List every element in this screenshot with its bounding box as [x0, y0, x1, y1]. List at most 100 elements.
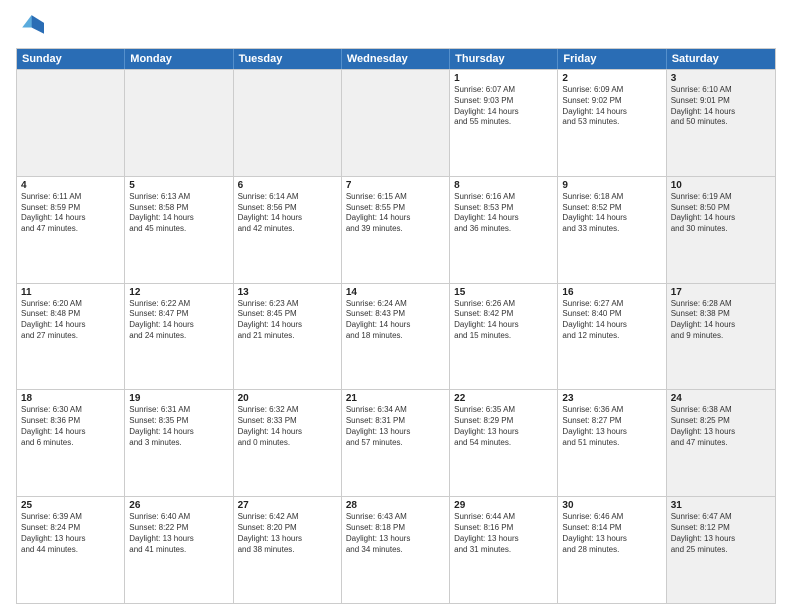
calendar-cell: 13Sunrise: 6:23 AM Sunset: 8:45 PM Dayli… [234, 284, 342, 390]
calendar-cell: 30Sunrise: 6:46 AM Sunset: 8:14 PM Dayli… [558, 497, 666, 603]
calendar-cell: 1Sunrise: 6:07 AM Sunset: 9:03 PM Daylig… [450, 70, 558, 176]
calendar-row-1: 1Sunrise: 6:07 AM Sunset: 9:03 PM Daylig… [17, 69, 775, 176]
calendar-body: 1Sunrise: 6:07 AM Sunset: 9:03 PM Daylig… [17, 69, 775, 603]
day-number: 18 [21, 393, 120, 404]
day-number: 24 [671, 393, 771, 404]
calendar-header-saturday: Saturday [667, 49, 775, 69]
day-number: 4 [21, 180, 120, 191]
calendar-cell: 27Sunrise: 6:42 AM Sunset: 8:20 PM Dayli… [234, 497, 342, 603]
cell-info: Sunrise: 6:34 AM Sunset: 8:31 PM Dayligh… [346, 405, 445, 448]
calendar-cell: 28Sunrise: 6:43 AM Sunset: 8:18 PM Dayli… [342, 497, 450, 603]
header [16, 12, 776, 40]
cell-info: Sunrise: 6:09 AM Sunset: 9:02 PM Dayligh… [562, 85, 661, 128]
day-number: 11 [21, 287, 120, 298]
day-number: 7 [346, 180, 445, 191]
day-number: 26 [129, 500, 228, 511]
day-number: 19 [129, 393, 228, 404]
day-number: 13 [238, 287, 337, 298]
cell-info: Sunrise: 6:31 AM Sunset: 8:35 PM Dayligh… [129, 405, 228, 448]
calendar-header-friday: Friday [558, 49, 666, 69]
cell-info: Sunrise: 6:20 AM Sunset: 8:48 PM Dayligh… [21, 299, 120, 342]
day-number: 9 [562, 180, 661, 191]
day-number: 2 [562, 73, 661, 84]
calendar-cell: 24Sunrise: 6:38 AM Sunset: 8:25 PM Dayli… [667, 390, 775, 496]
calendar-cell [234, 70, 342, 176]
day-number: 8 [454, 180, 553, 191]
calendar-cell: 17Sunrise: 6:28 AM Sunset: 8:38 PM Dayli… [667, 284, 775, 390]
cell-info: Sunrise: 6:42 AM Sunset: 8:20 PM Dayligh… [238, 512, 337, 555]
calendar-row-5: 25Sunrise: 6:39 AM Sunset: 8:24 PM Dayli… [17, 496, 775, 603]
calendar: SundayMondayTuesdayWednesdayThursdayFrid… [16, 48, 776, 604]
calendar-cell: 26Sunrise: 6:40 AM Sunset: 8:22 PM Dayli… [125, 497, 233, 603]
cell-info: Sunrise: 6:40 AM Sunset: 8:22 PM Dayligh… [129, 512, 228, 555]
calendar-header-sunday: Sunday [17, 49, 125, 69]
day-number: 1 [454, 73, 553, 84]
cell-info: Sunrise: 6:30 AM Sunset: 8:36 PM Dayligh… [21, 405, 120, 448]
cell-info: Sunrise: 6:19 AM Sunset: 8:50 PM Dayligh… [671, 192, 771, 235]
cell-info: Sunrise: 6:16 AM Sunset: 8:53 PM Dayligh… [454, 192, 553, 235]
calendar-cell: 22Sunrise: 6:35 AM Sunset: 8:29 PM Dayli… [450, 390, 558, 496]
day-number: 10 [671, 180, 771, 191]
day-number: 27 [238, 500, 337, 511]
calendar-cell: 2Sunrise: 6:09 AM Sunset: 9:02 PM Daylig… [558, 70, 666, 176]
cell-info: Sunrise: 6:44 AM Sunset: 8:16 PM Dayligh… [454, 512, 553, 555]
day-number: 12 [129, 287, 228, 298]
calendar-cell: 4Sunrise: 6:11 AM Sunset: 8:59 PM Daylig… [17, 177, 125, 283]
day-number: 20 [238, 393, 337, 404]
cell-info: Sunrise: 6:11 AM Sunset: 8:59 PM Dayligh… [21, 192, 120, 235]
cell-info: Sunrise: 6:36 AM Sunset: 8:27 PM Dayligh… [562, 405, 661, 448]
calendar-cell: 11Sunrise: 6:20 AM Sunset: 8:48 PM Dayli… [17, 284, 125, 390]
day-number: 15 [454, 287, 553, 298]
cell-info: Sunrise: 6:14 AM Sunset: 8:56 PM Dayligh… [238, 192, 337, 235]
day-number: 25 [21, 500, 120, 511]
cell-info: Sunrise: 6:35 AM Sunset: 8:29 PM Dayligh… [454, 405, 553, 448]
day-number: 28 [346, 500, 445, 511]
cell-info: Sunrise: 6:15 AM Sunset: 8:55 PM Dayligh… [346, 192, 445, 235]
calendar-cell: 18Sunrise: 6:30 AM Sunset: 8:36 PM Dayli… [17, 390, 125, 496]
cell-info: Sunrise: 6:46 AM Sunset: 8:14 PM Dayligh… [562, 512, 661, 555]
calendar-row-4: 18Sunrise: 6:30 AM Sunset: 8:36 PM Dayli… [17, 389, 775, 496]
calendar-cell: 5Sunrise: 6:13 AM Sunset: 8:58 PM Daylig… [125, 177, 233, 283]
cell-info: Sunrise: 6:28 AM Sunset: 8:38 PM Dayligh… [671, 299, 771, 342]
cell-info: Sunrise: 6:18 AM Sunset: 8:52 PM Dayligh… [562, 192, 661, 235]
calendar-row-3: 11Sunrise: 6:20 AM Sunset: 8:48 PM Dayli… [17, 283, 775, 390]
calendar-header-thursday: Thursday [450, 49, 558, 69]
calendar-header: SundayMondayTuesdayWednesdayThursdayFrid… [17, 49, 775, 69]
calendar-cell: 25Sunrise: 6:39 AM Sunset: 8:24 PM Dayli… [17, 497, 125, 603]
calendar-cell: 7Sunrise: 6:15 AM Sunset: 8:55 PM Daylig… [342, 177, 450, 283]
calendar-cell: 16Sunrise: 6:27 AM Sunset: 8:40 PM Dayli… [558, 284, 666, 390]
calendar-cell: 3Sunrise: 6:10 AM Sunset: 9:01 PM Daylig… [667, 70, 775, 176]
calendar-cell: 20Sunrise: 6:32 AM Sunset: 8:33 PM Dayli… [234, 390, 342, 496]
cell-info: Sunrise: 6:47 AM Sunset: 8:12 PM Dayligh… [671, 512, 771, 555]
cell-info: Sunrise: 6:10 AM Sunset: 9:01 PM Dayligh… [671, 85, 771, 128]
day-number: 22 [454, 393, 553, 404]
calendar-cell [125, 70, 233, 176]
logo [16, 12, 48, 40]
cell-info: Sunrise: 6:38 AM Sunset: 8:25 PM Dayligh… [671, 405, 771, 448]
calendar-cell: 19Sunrise: 6:31 AM Sunset: 8:35 PM Dayli… [125, 390, 233, 496]
cell-info: Sunrise: 6:26 AM Sunset: 8:42 PM Dayligh… [454, 299, 553, 342]
cell-info: Sunrise: 6:27 AM Sunset: 8:40 PM Dayligh… [562, 299, 661, 342]
day-number: 29 [454, 500, 553, 511]
cell-info: Sunrise: 6:32 AM Sunset: 8:33 PM Dayligh… [238, 405, 337, 448]
calendar-header-monday: Monday [125, 49, 233, 69]
page: SundayMondayTuesdayWednesdayThursdayFrid… [0, 0, 792, 612]
calendar-cell: 15Sunrise: 6:26 AM Sunset: 8:42 PM Dayli… [450, 284, 558, 390]
calendar-cell: 6Sunrise: 6:14 AM Sunset: 8:56 PM Daylig… [234, 177, 342, 283]
calendar-header-tuesday: Tuesday [234, 49, 342, 69]
day-number: 17 [671, 287, 771, 298]
calendar-cell: 9Sunrise: 6:18 AM Sunset: 8:52 PM Daylig… [558, 177, 666, 283]
calendar-cell: 14Sunrise: 6:24 AM Sunset: 8:43 PM Dayli… [342, 284, 450, 390]
cell-info: Sunrise: 6:23 AM Sunset: 8:45 PM Dayligh… [238, 299, 337, 342]
day-number: 3 [671, 73, 771, 84]
calendar-cell [342, 70, 450, 176]
day-number: 16 [562, 287, 661, 298]
calendar-cell: 12Sunrise: 6:22 AM Sunset: 8:47 PM Dayli… [125, 284, 233, 390]
cell-info: Sunrise: 6:24 AM Sunset: 8:43 PM Dayligh… [346, 299, 445, 342]
day-number: 21 [346, 393, 445, 404]
day-number: 5 [129, 180, 228, 191]
cell-info: Sunrise: 6:13 AM Sunset: 8:58 PM Dayligh… [129, 192, 228, 235]
day-number: 31 [671, 500, 771, 511]
day-number: 23 [562, 393, 661, 404]
calendar-cell: 10Sunrise: 6:19 AM Sunset: 8:50 PM Dayli… [667, 177, 775, 283]
